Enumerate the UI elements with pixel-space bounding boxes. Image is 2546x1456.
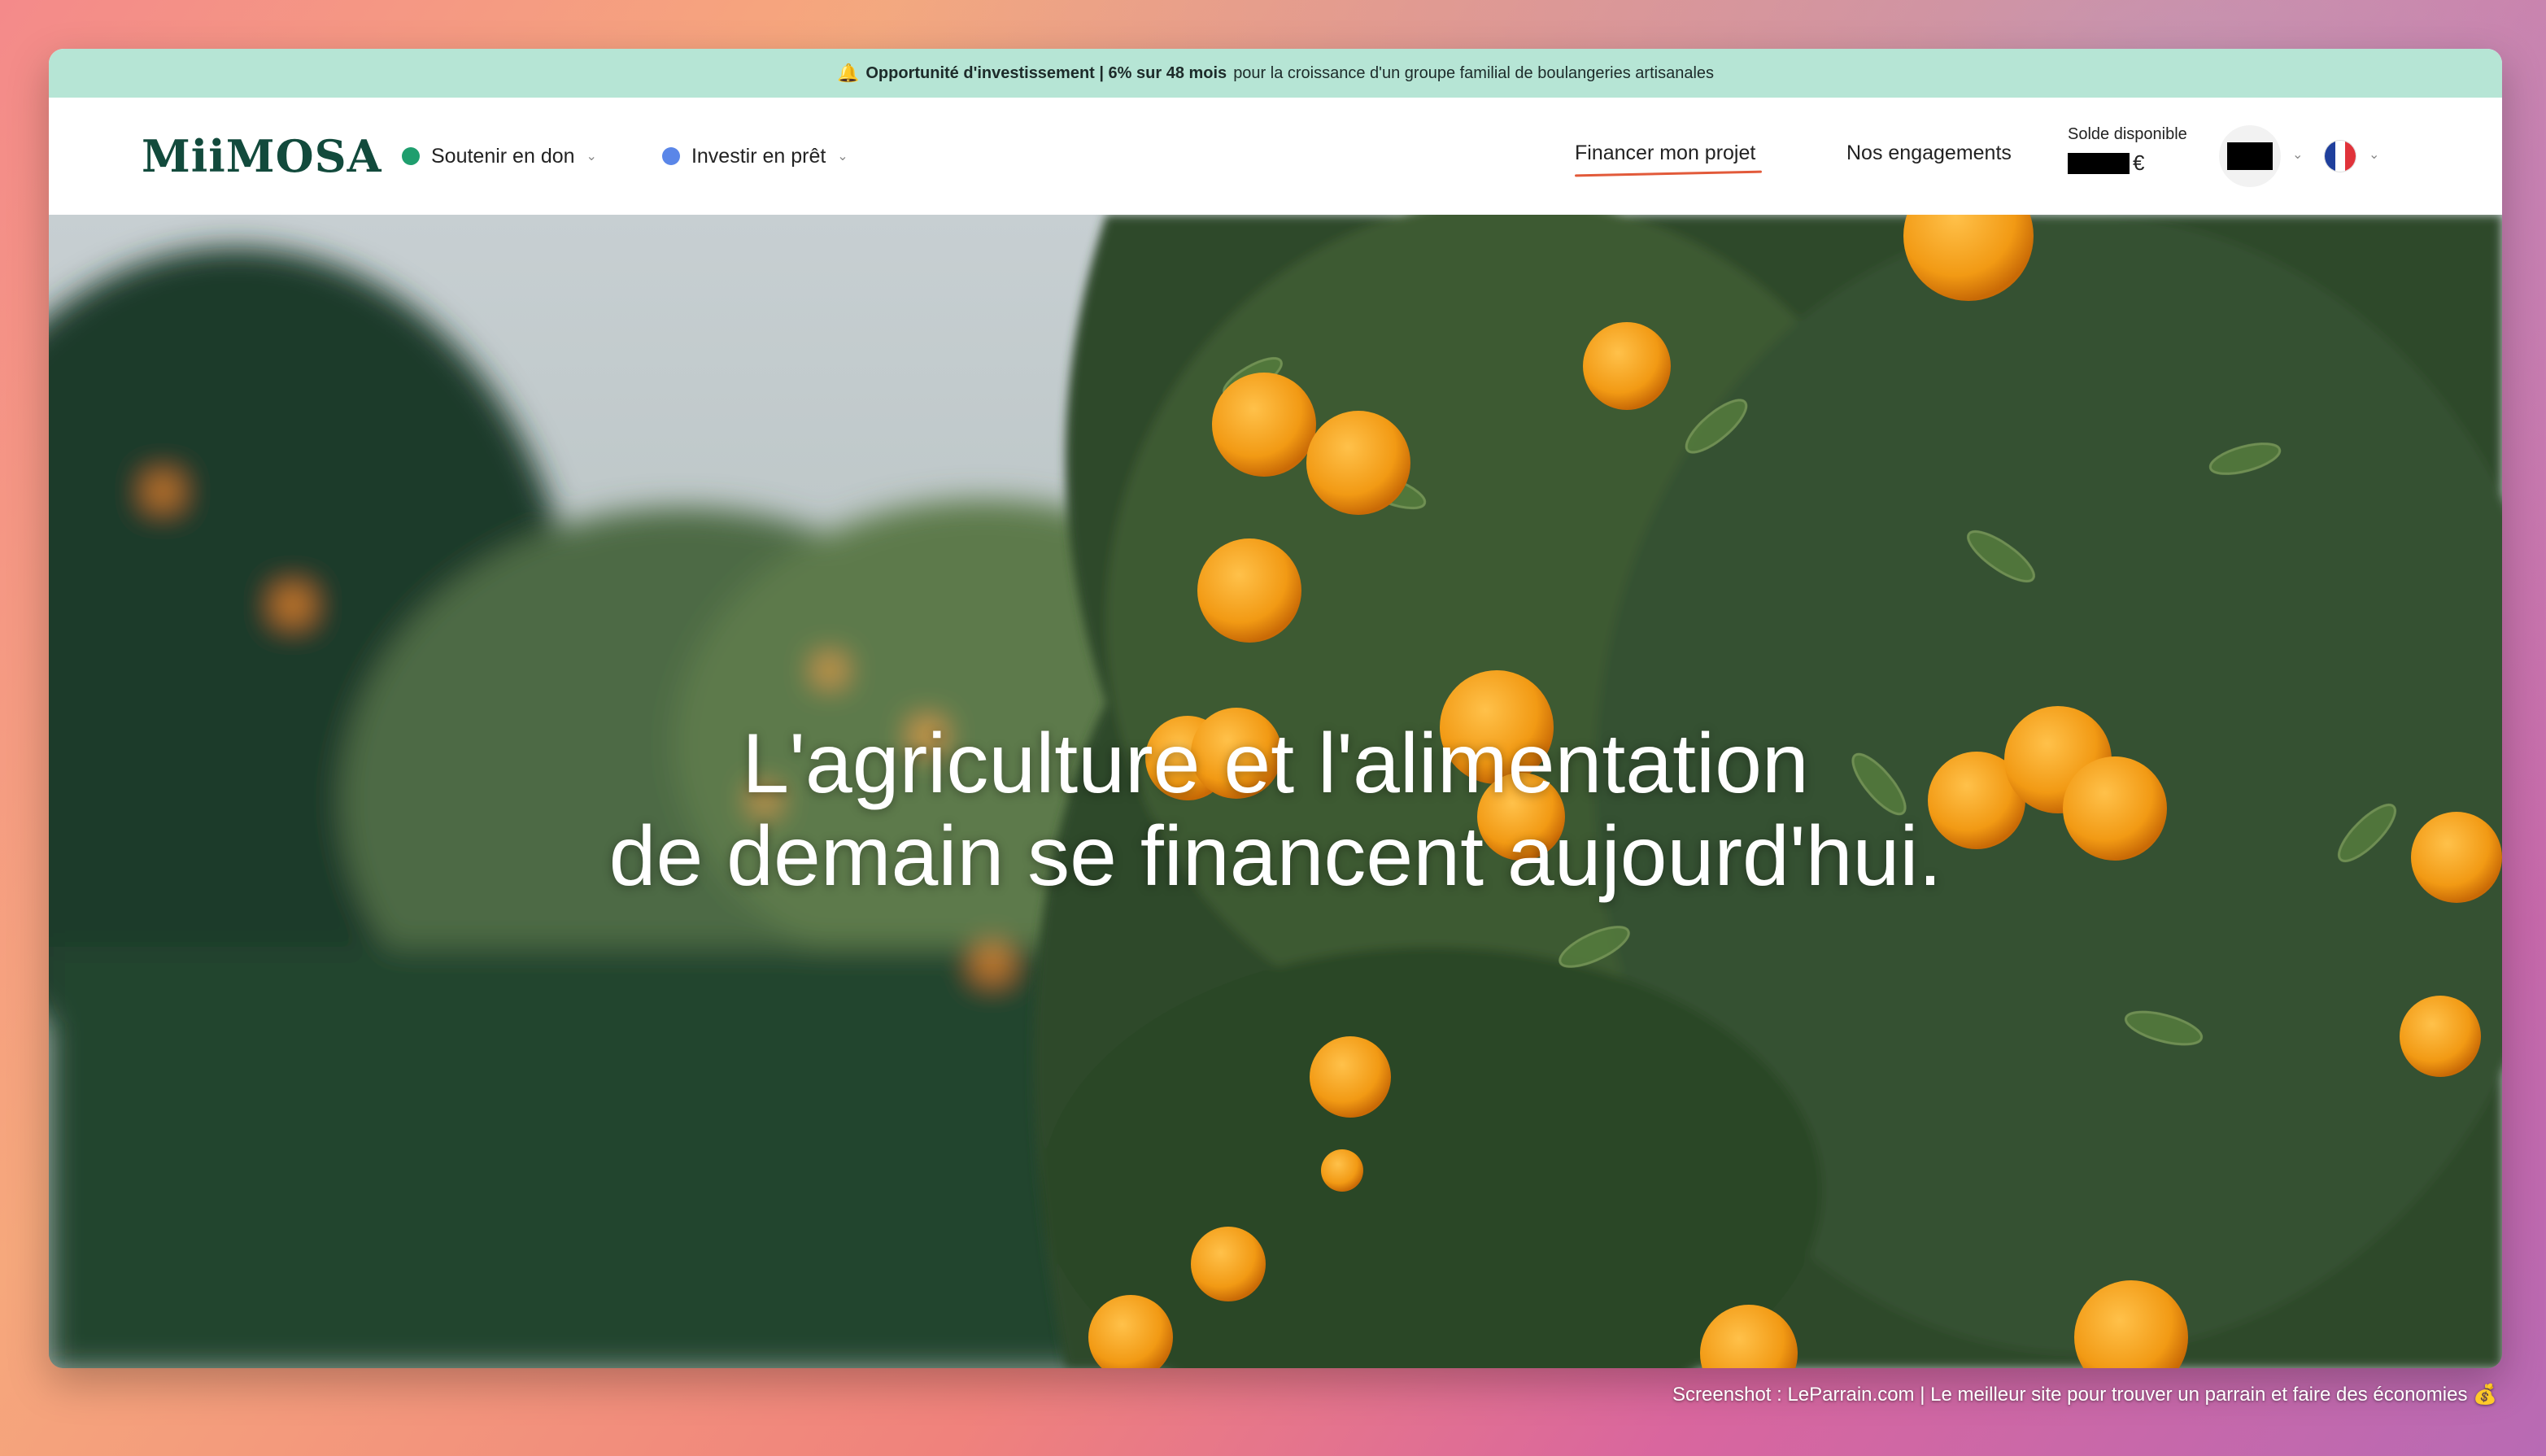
browser-window: 🔔 Opportunité d'investissement | 6% sur … <box>49 49 2502 1368</box>
financer-label: Financer mon projet <box>1575 142 1756 164</box>
balance-value: € <box>2068 150 2187 176</box>
redacted-balance <box>2068 152 2130 174</box>
banner-text: pour la croissance d'un groupe familial … <box>1233 63 1715 82</box>
chevron-down-icon: ⌄ <box>586 150 597 163</box>
bell-icon: 🔔 <box>836 63 860 83</box>
hero-headline: L'agriculture et l'alimentation de demai… <box>49 717 2502 903</box>
chevron-down-icon[interactable]: ⌄ <box>2369 146 2379 163</box>
hero-line-1: L'agriculture et l'alimentation <box>742 717 1809 811</box>
blue-dot-icon <box>661 147 680 165</box>
currency-symbol: € <box>2133 150 2145 175</box>
financer-mon-projet-link[interactable]: Financer mon projet <box>1574 142 1763 177</box>
green-dot-icon <box>402 147 420 165</box>
main-navbar: MiiMOSA Soutenir en don ⌄ Investir en pr… <box>49 98 2502 215</box>
screenshot-credit: Screenshot : LeParrain.com | Le meilleur… <box>1672 1384 2497 1406</box>
nav-label-don: Soutenir en don <box>431 144 575 168</box>
active-underline <box>1574 170 1763 177</box>
hero-line-2: de demain se financent aujourd'hui. <box>608 809 1942 904</box>
balance-label: Solde disponible <box>2068 125 2187 143</box>
user-avatar[interactable] <box>2219 125 2281 187</box>
announcement-banner[interactable]: 🔔 Opportunité d'investissement | 6% sur … <box>49 49 2502 98</box>
banner-bold-text: Opportunité d'investissement | 6% sur 48… <box>865 63 1227 82</box>
logo[interactable]: MiiMOSA <box>142 130 402 182</box>
nav-soutenir-en-don[interactable]: Soutenir en don ⌄ <box>402 145 597 168</box>
balance-widget[interactable]: Solde disponible € <box>2068 125 2187 176</box>
redacted-avatar <box>2227 142 2273 170</box>
chevron-down-icon: ⌄ <box>837 150 848 163</box>
fr-flag-icon[interactable] <box>2324 140 2356 172</box>
nav-investir-en-pret[interactable]: Investir en prêt ⌄ <box>661 144 848 168</box>
nav-label-pret: Investir en prêt <box>691 144 826 168</box>
nos-engagements-link[interactable]: Nos engagements <box>1846 142 2012 165</box>
chevron-down-icon[interactable]: ⌄ <box>2292 146 2303 163</box>
hero-section: L'agriculture et l'alimentation de demai… <box>49 215 2502 1368</box>
